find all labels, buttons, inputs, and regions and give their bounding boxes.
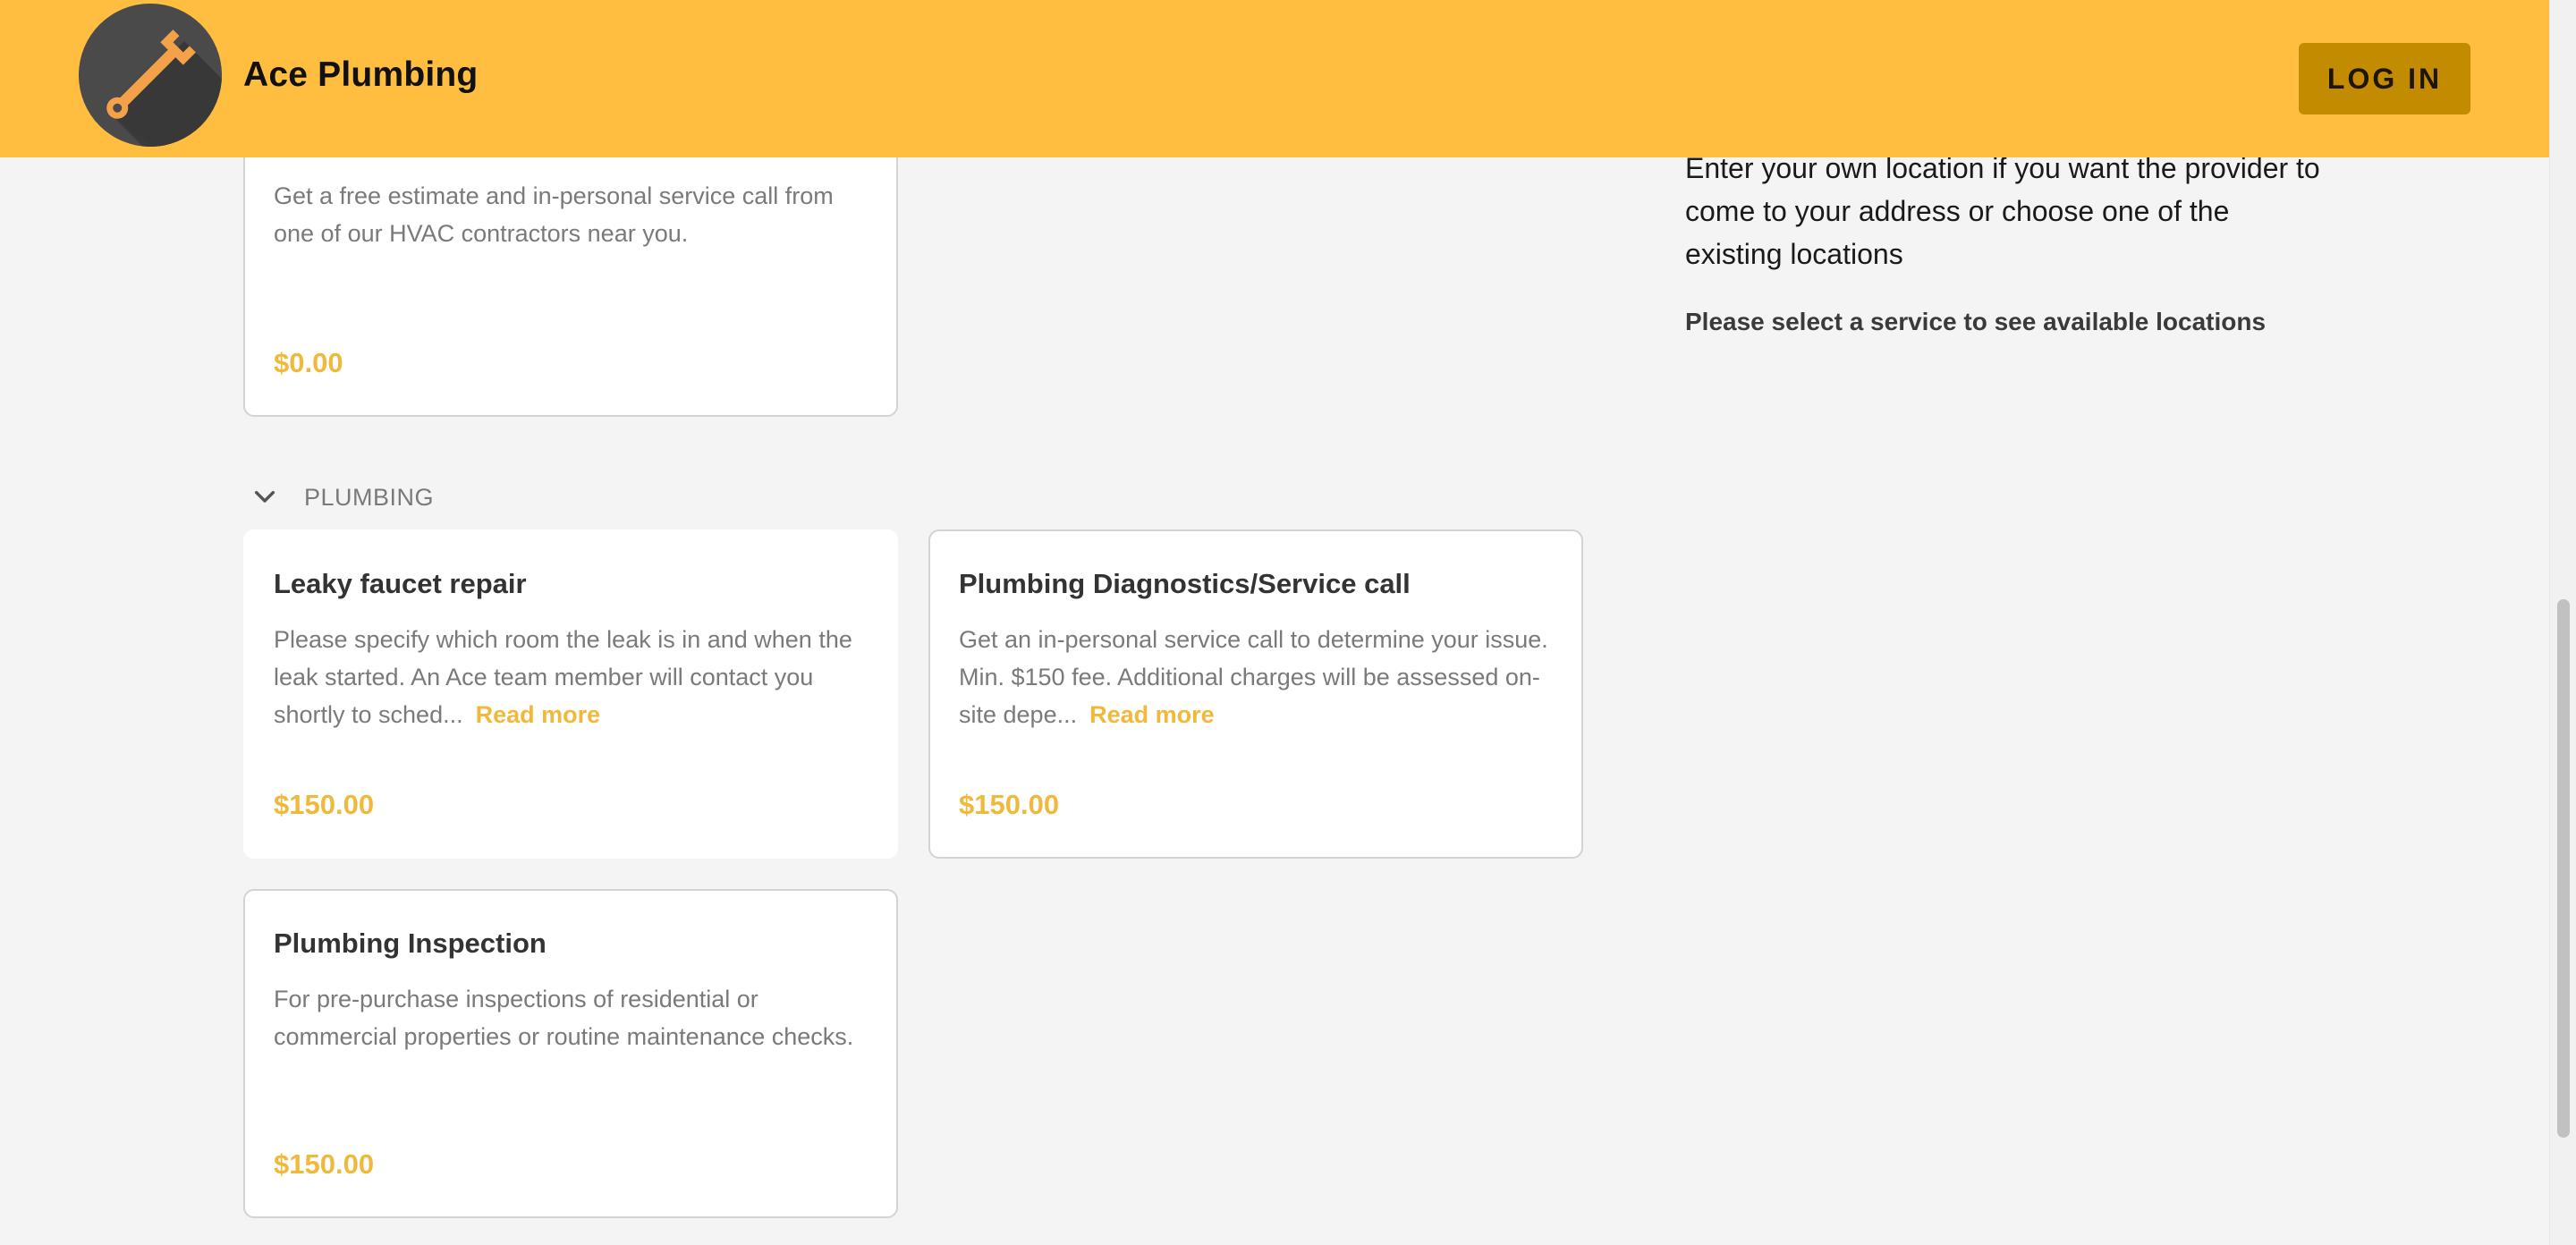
category-toggle-plumbing[interactable]: PLUMBING (250, 479, 434, 515)
page: Get a free estimate and in-personal serv… (0, 0, 2576, 1245)
service-price: $150.00 (274, 789, 375, 820)
brand-name: Ace Plumbing (243, 55, 479, 94)
location-instructions: Enter your own location if you want the … (1685, 152, 2320, 270)
service-card-leaky-faucet[interactable]: Leaky faucet repair Please specify which… (243, 529, 898, 859)
category-label: PLUMBING (304, 483, 435, 511)
service-description: For pre-purchase inspections of resident… (274, 986, 854, 1050)
service-description: Please specify which room the leak is in… (274, 621, 868, 733)
service-title: Plumbing Diagnostics/Service call (959, 568, 1411, 599)
service-price: $150.00 (959, 789, 1060, 820)
service-description-text: Get an in-personal service call to deter… (959, 626, 1548, 728)
scrollbar-thumb[interactable] (2557, 599, 2570, 1138)
service-title: Plumbing Inspection (274, 927, 547, 959)
page-scrollbar[interactable] (2549, 0, 2576, 1245)
chevron-down-icon (254, 490, 275, 503)
wrench-icon (79, 4, 222, 147)
service-description: Get an in-personal service call to deter… (959, 621, 1553, 733)
service-card-plumbing-diagnostics[interactable]: Plumbing Diagnostics/Service call Get an… (928, 529, 1583, 859)
read-more-link[interactable]: Read more (1089, 701, 1215, 728)
service-price: $150.00 (274, 1148, 375, 1180)
service-price: $0.00 (274, 347, 343, 378)
location-note: Please select a service to see available… (1685, 308, 2267, 335)
login-button[interactable]: LOG IN (2299, 43, 2470, 114)
logo[interactable] (79, 4, 222, 147)
service-card-plumbing-inspection[interactable]: Plumbing Inspection For pre-purchase ins… (243, 889, 898, 1218)
read-more-link[interactable]: Read more (476, 701, 601, 728)
service-description: Get a free estimate and in-personal serv… (274, 182, 834, 247)
app-header: Ace Plumbing LOG IN (0, 0, 2549, 157)
service-title: Leaky faucet repair (274, 568, 527, 599)
